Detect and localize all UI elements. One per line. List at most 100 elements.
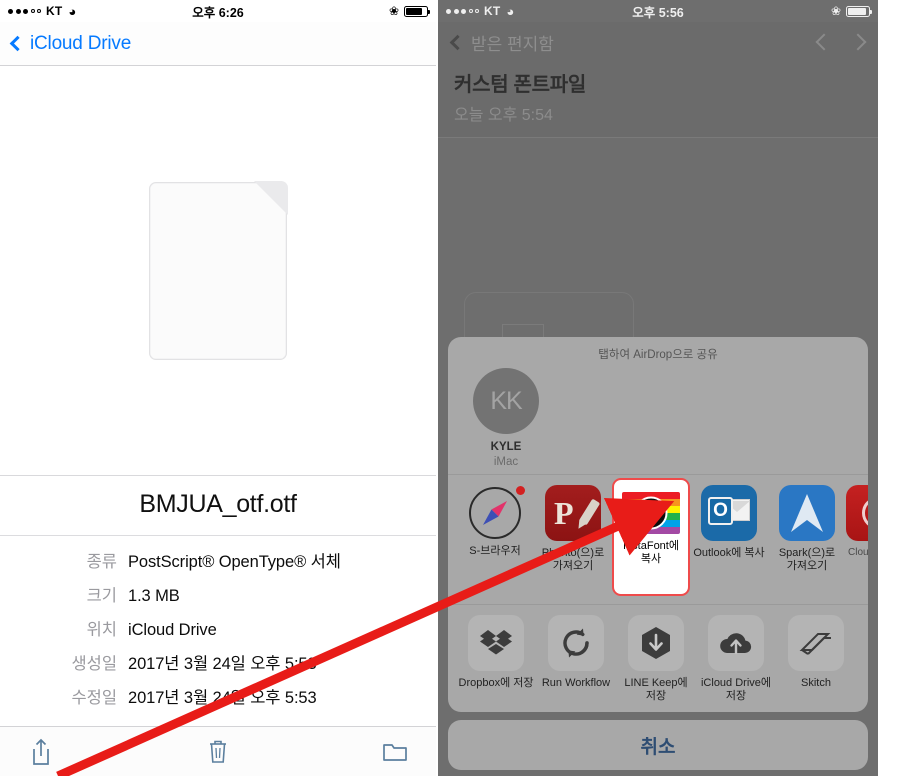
metadata-value: 1.3 MB <box>128 587 180 605</box>
pencil-icon <box>578 498 601 525</box>
ring-glyph-icon <box>862 496 868 529</box>
share-target-instafont[interactable]: F InstaFont에 복사 <box>612 477 690 596</box>
metadata-key: 종류 <box>86 553 117 571</box>
share-target-label: Outlook에 복사 <box>693 546 765 559</box>
metadata-row: 생성일 2017년 3월 24일 오후 5:53 <box>0 650 436 674</box>
share-action-row: Dropbox에 저장 Run Workflow LINE Keep에 저장 i… <box>448 603 868 713</box>
metadata-row: 크기 1.3 MB <box>0 582 436 606</box>
metadata-value: 2017년 3월 24일 오후 5:53 <box>128 655 317 673</box>
message-nav-arrows <box>815 33 867 51</box>
share-sheet-card: 탭하여 AirDrop으로 공유 KK KYLE iMac S-브라우저 P P… <box>448 337 868 712</box>
icloud-upload-icon <box>708 614 764 671</box>
action-label: Dropbox에 저장 <box>458 676 534 689</box>
file-metadata-list: 종류 PostScript® OpenType® 서체 크기 1.3 MB 위치… <box>0 536 436 726</box>
status-bar-left: KT ◕ 오후 6:26 ❀ <box>0 0 436 22</box>
bottom-toolbar <box>0 726 436 776</box>
metadata-value: PostScript® OpenType® 서체 <box>128 553 341 571</box>
share-target-spark[interactable]: Spark(으)로 가져오기 <box>768 484 846 596</box>
skitch-icon <box>788 614 844 671</box>
document-fold-corner-icon <box>254 180 288 215</box>
action-label: iCloud Drive에 저장 <box>700 676 772 703</box>
status-right-group: ❀ <box>388 4 430 18</box>
metadata-row: 종류 PostScript® OpenType® 서체 <box>0 548 436 572</box>
status-right-group: ❀ <box>830 4 872 18</box>
share-target-partial[interactable]: Clou <box>846 484 868 596</box>
trash-icon[interactable] <box>201 735 235 769</box>
airdrop-contact-device: iMac <box>493 455 519 468</box>
share-target-label: S-브라우저 <box>469 544 521 557</box>
mail-date: 오늘 오후 5:54 <box>454 107 553 124</box>
airdrop-contact-name: KYLE <box>490 441 522 454</box>
dropbox-icon <box>468 614 524 671</box>
outlook-icon: O <box>701 484 757 541</box>
action-label: Run Workflow <box>541 676 611 689</box>
action-line-keep[interactable]: LINE Keep에 저장 <box>616 614 696 705</box>
action-run-workflow[interactable]: Run Workflow <box>536 614 616 705</box>
bluetooth-icon: ❀ <box>830 4 841 18</box>
share-target-safari[interactable]: S-브라우저 <box>456 485 534 596</box>
instafont-icon: F <box>622 491 680 534</box>
share-target-phonto[interactable]: P Phonto(으)로 가져오기 <box>534 484 612 596</box>
folder-icon[interactable] <box>378 735 412 769</box>
metadata-key: 수정일 <box>71 689 117 707</box>
back-button-label: iCloud Drive <box>30 32 132 54</box>
battery-icon <box>846 5 872 17</box>
cancel-button[interactable]: 취소 <box>448 720 868 770</box>
metadata-key: 크기 <box>86 587 117 605</box>
partial-red-app-icon <box>846 484 868 541</box>
document-preview-area <box>0 66 436 476</box>
refresh-icon <box>548 614 604 671</box>
file-name-title: BMJUA_otf.otf <box>0 476 436 536</box>
mail-subject: 커스텀 폰트파일 <box>454 74 586 96</box>
bluetooth-icon: ❀ <box>388 4 399 18</box>
metadata-key: 생성일 <box>71 655 117 673</box>
battery-icon <box>404 5 430 17</box>
signal-dots-icon <box>446 8 479 14</box>
action-skitch[interactable]: Skitch <box>776 614 856 705</box>
instafont-letter-f: F <box>643 500 658 524</box>
status-left-group: KT ◕ <box>446 4 514 18</box>
instafont-circle: F <box>634 496 668 529</box>
document-file-icon <box>149 180 288 360</box>
metadata-row: 위치 iCloud Drive <box>0 616 436 640</box>
share-target-label: Phonto(으)로 가져오기 <box>541 546 605 573</box>
right-navigation-bar: 받은 편지함 <box>438 22 878 62</box>
share-target-outlook[interactable]: O Outlook에 복사 <box>690 484 768 596</box>
airdrop-title: 탭하여 AirDrop으로 공유 <box>598 349 718 362</box>
share-app-row: S-브라우저 P Phonto(으)로 가져오기 F InstaFont에 복사… <box>448 475 868 604</box>
chevron-left-icon[interactable] <box>449 34 466 50</box>
spark-icon <box>779 484 835 541</box>
outlook-letter-o: O <box>708 496 733 525</box>
metadata-value: iCloud Drive <box>128 621 217 639</box>
carrier-label: KT <box>484 4 501 18</box>
previous-message-icon[interactable] <box>815 33 833 51</box>
paper-plane-icon <box>791 493 823 532</box>
action-label: Skitch <box>801 676 831 689</box>
left-phone-screen: KT ◕ 오후 6:26 ❀ iCloud Drive BMJUA_otf.ot… <box>0 0 438 776</box>
airdrop-contact[interactable]: KK KYLE iMac <box>458 368 554 469</box>
chevron-left-icon <box>9 35 26 52</box>
wifi-icon: ◕ <box>68 3 77 19</box>
action-icloud-drive[interactable]: iCloud Drive에 저장 <box>696 614 776 705</box>
status-bar-right: KT ◕ 오후 5:56 ❀ <box>438 0 878 22</box>
cancel-button-label: 취소 <box>640 736 676 758</box>
metadata-row: 수정일 2017년 3월 24일 오후 5:53 <box>0 684 436 708</box>
share-icon[interactable] <box>24 735 58 769</box>
action-dropbox[interactable]: Dropbox에 저장 <box>456 614 536 705</box>
metadata-value: 2017년 3월 24일 오후 5:53 <box>128 689 317 707</box>
share-sheet: 탭하여 AirDrop으로 공유 KK KYLE iMac S-브라우저 P P… <box>448 337 868 770</box>
back-button-label-inbox[interactable]: 받은 편지함 <box>471 30 554 55</box>
back-button-icloud-drive[interactable]: iCloud Drive <box>8 33 131 55</box>
metadata-key: 위치 <box>86 621 117 639</box>
share-target-label: Clou <box>848 546 868 558</box>
next-message-icon[interactable] <box>849 33 867 51</box>
wifi-icon: ◕ <box>506 3 515 19</box>
airdrop-section: 탭하여 AirDrop으로 공유 KK KYLE iMac <box>448 337 868 475</box>
status-left-group: KT ◕ <box>8 4 76 18</box>
signal-dots-icon <box>8 8 41 14</box>
action-label: LINE Keep에 저장 <box>624 676 688 703</box>
phonto-icon: P <box>545 484 601 541</box>
left-navigation-bar: iCloud Drive <box>0 22 436 66</box>
notification-badge <box>516 485 525 495</box>
right-phone-screen: KT ◕ 오후 5:56 ❀ 받은 편지함 커스텀 폰트파일 오늘 오후 5:5… <box>438 0 878 776</box>
